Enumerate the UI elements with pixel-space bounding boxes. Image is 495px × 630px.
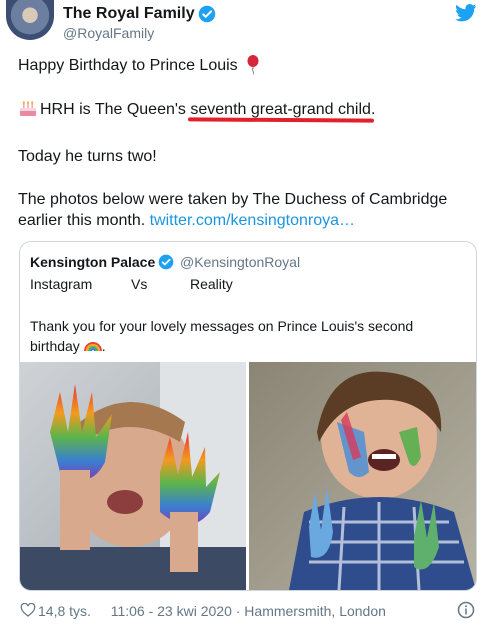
- label-instagram: Instagram: [30, 276, 93, 292]
- quoted-text-line1: Thank you for your lovely messages on Pr…: [30, 318, 414, 334]
- quoted-text-line2: birthday .: [30, 338, 106, 354]
- photo-instagram[interactable]: [20, 362, 246, 590]
- account-handle[interactable]: @RoyalFamily: [63, 25, 154, 41]
- tweet-line-today: Today he turns two!: [18, 148, 157, 165]
- tweet-line-birthday: Happy Birthday to Prince Louis: [18, 57, 238, 74]
- label-vs: Vs: [131, 276, 148, 292]
- photo-reality[interactable]: [249, 362, 476, 590]
- highlighted-text: seventh great-grand child: [190, 101, 371, 118]
- period-text: .: [370, 101, 376, 118]
- verified-badge-icon: [158, 254, 174, 270]
- red-underline-annotation: [187, 117, 375, 123]
- quoted-tweet-text: Thank you for your lovely messages on Pr…: [30, 316, 450, 356]
- account-name[interactable]: The Royal Family: [63, 5, 195, 23]
- verified-badge-icon: [198, 5, 216, 23]
- quoted-account-name[interactable]: Kensington Palace: [30, 254, 155, 270]
- photo-painted-hands-image: [20, 362, 246, 590]
- birthday-cake-icon: [20, 101, 36, 116]
- twitter-bird-icon[interactable]: [455, 4, 477, 22]
- tweet-line-hrh: HRH is The Queen's seventh great-grand c…: [40, 101, 375, 119]
- quoted-account-handle[interactable]: @KensingtonRoyal: [180, 254, 300, 270]
- label-reality: Reality: [190, 276, 233, 292]
- like-count[interactable]: 14,8 tys.: [38, 603, 91, 619]
- heart-icon[interactable]: [20, 603, 36, 617]
- tweet-line-earlier: earlier this month. twitter.com/kensingt…: [18, 212, 355, 230]
- tweet-line-photos: The photos below were taken by The Duche…: [18, 191, 448, 208]
- tweet-footer: 14,8 tys. 11:06 - 23 kwi 2020 · Hammersm…: [38, 603, 386, 619]
- info-icon[interactable]: [457, 601, 475, 619]
- earlier-text: earlier this month.: [18, 212, 150, 229]
- tweet-timestamp-location[interactable]: 11:06 - 23 kwi 2020 · Hammersmith, Londo…: [111, 603, 386, 619]
- avatar[interactable]: [6, 0, 54, 40]
- rainbow-icon: [83, 342, 102, 352]
- quoted-tweet-card[interactable]: Kensington Palace @KensingtonRoyal Insta…: [19, 241, 477, 591]
- hrh-text: HRH is The Queen's: [40, 101, 191, 118]
- balloon-icon: [247, 55, 259, 75]
- photo-painted-face-image: [249, 362, 476, 590]
- tweet-link[interactable]: twitter.com/kensingtonroya…: [150, 212, 355, 229]
- birthday-word: birthday: [30, 338, 80, 354]
